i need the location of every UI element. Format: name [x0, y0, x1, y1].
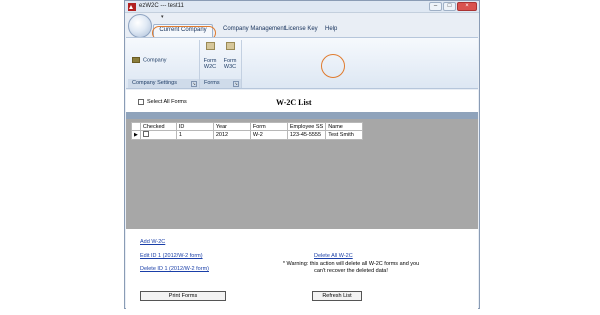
column-header-checked[interactable]: Checked — [139, 122, 177, 131]
delete-all-w2c-link[interactable]: Delete All W-2C — [314, 253, 353, 259]
w2c-table: Checked ID Year Form Employee SS Name ▶ … — [131, 122, 364, 140]
column-header-form[interactable]: Form — [249, 122, 288, 131]
close-icon[interactable]: × — [457, 2, 477, 11]
row-selector-icon[interactable]: ▶ — [131, 130, 141, 140]
actions-panel: Add W-2C Edit ID 1 (2012/W-2 form) Delet… — [126, 229, 478, 309]
window-title: ezW2C --- test11 — [139, 3, 184, 9]
cell-form[interactable]: W-2 — [249, 130, 288, 140]
group-label-company-settings: Company Settings ↘ — [128, 79, 199, 88]
dialog-launcher-icon[interactable]: ↘ — [191, 81, 197, 87]
maximize-icon[interactable]: □ — [443, 2, 456, 11]
table-header-row: Checked ID Year Form Employee SS Name — [131, 122, 364, 131]
dialog-launcher-icon[interactable]: ↘ — [233, 81, 239, 87]
print-forms-button[interactable]: Print Forms — [140, 291, 226, 301]
company-button[interactable]: Company — [132, 57, 192, 63]
tab-company-management[interactable]: Company Management — [223, 26, 285, 32]
delete-warning-text: * Warning: this action will delete all W… — [282, 261, 420, 274]
data-grid-area: Checked ID Year Form Employee SS Name ▶ … — [126, 119, 478, 229]
tab-help[interactable]: Help — [325, 26, 337, 32]
form-w3c-label-2: W3C — [223, 64, 237, 70]
cell-name[interactable]: Test Smith — [325, 130, 364, 140]
form-w3c-button[interactable]: Form W3C — [220, 42, 240, 70]
application-menu-button[interactable] — [128, 14, 152, 38]
table-row[interactable]: ▶ 1 2012 W-2 123-45-5555 Test Smith — [131, 130, 364, 140]
company-settings-label: Company Settings — [132, 80, 177, 86]
delete-w2c-link[interactable]: Delete ID 1 (2012/W-2 form) — [140, 266, 209, 272]
ribbon-panel: Company Company Settings ↘ Form W2C Form… — [126, 37, 478, 89]
title-bar: ezW2C --- test11 – □ × — [125, 1, 479, 13]
select-all-label: Select All Forms — [147, 99, 187, 105]
cell-employee-ss[interactable]: 123-45-5555 — [286, 130, 327, 140]
list-header: Select All Forms W-2C List — [126, 90, 478, 112]
column-header-year[interactable]: Year — [212, 122, 251, 131]
tab-license-key[interactable]: License Key — [285, 26, 318, 32]
column-header-name[interactable]: Name — [325, 122, 364, 131]
page-title: W-2C List — [276, 98, 312, 107]
cell-id[interactable]: 1 — [175, 130, 214, 140]
app-logo-icon — [128, 3, 136, 11]
group-company-settings: Company Company Settings ↘ — [128, 40, 200, 88]
select-all-forms[interactable]: Select All Forms — [138, 99, 187, 105]
company-button-label: Company — [143, 57, 167, 64]
w2c-highlight-circle — [321, 54, 345, 78]
form-w2c-label-2: W2C — [203, 64, 217, 70]
row-checkbox[interactable] — [142, 131, 149, 137]
group-label-forms: Forms ↘ — [200, 79, 241, 88]
window-controls: – □ × — [429, 2, 477, 11]
refresh-list-button[interactable]: Refresh List — [312, 291, 362, 301]
quick-access-dropdown-icon[interactable]: ▾ — [161, 14, 164, 20]
add-w2c-link[interactable]: Add W-2C — [140, 239, 165, 245]
divider-bar — [126, 112, 478, 119]
edit-w2c-link[interactable]: Edit ID 1 (2012/W-2 form) — [140, 253, 203, 259]
cell-year[interactable]: 2012 — [212, 130, 251, 140]
form-w2c-icon — [205, 42, 215, 50]
app-window: ezW2C --- test11 – □ × ▾ Current Company… — [124, 0, 480, 309]
group-forms: Form W2C Form W3C Forms ↘ — [200, 40, 242, 88]
column-header-id[interactable]: ID — [175, 122, 214, 131]
form-w2c-button[interactable]: Form W2C — [200, 42, 220, 70]
forms-group-label: Forms — [204, 80, 220, 86]
form-w3c-icon — [225, 42, 235, 50]
select-all-checkbox[interactable] — [138, 99, 144, 105]
company-icon — [132, 57, 140, 63]
minimize-icon[interactable]: – — [429, 2, 442, 11]
row-selector-header — [131, 122, 141, 131]
row-checkbox-cell[interactable] — [139, 130, 177, 140]
column-header-employee-ss[interactable]: Employee SS — [286, 122, 327, 131]
